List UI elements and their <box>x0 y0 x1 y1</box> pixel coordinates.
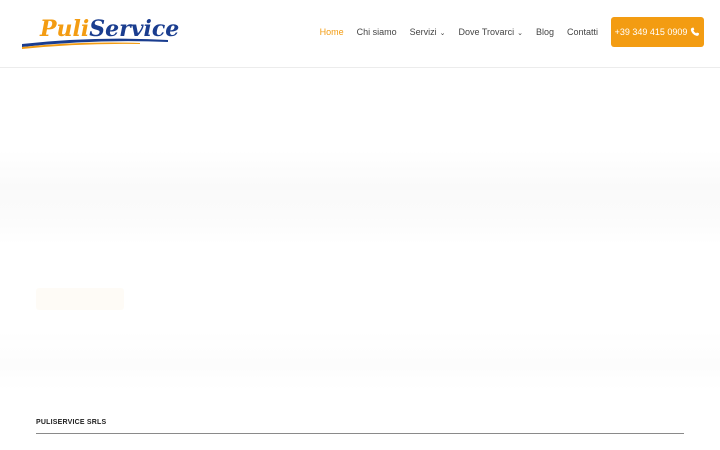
site-header: PuliService Home Chi siamo Servizi ⌄ Dov… <box>0 0 720 68</box>
logo-part1: Puli <box>40 16 90 42</box>
logo-part2: Service <box>89 16 180 42</box>
section-placeholder <box>0 330 720 390</box>
logo-wordmark: PuliService <box>40 14 179 44</box>
nav-item-dove-trovarci[interactable]: Dove Trovarci ⌄ <box>459 27 523 37</box>
nav-item-label: Servizi <box>409 27 437 37</box>
hero-placeholder <box>0 150 720 245</box>
nav-item-servizi[interactable]: Servizi ⌄ <box>410 27 446 37</box>
puliservice-logo[interactable]: PuliService <box>20 14 179 50</box>
phone-icon <box>691 27 700 36</box>
nav-item-label: Contatti <box>566 27 598 37</box>
nav-item-contatti[interactable]: Contatti <box>567 27 598 37</box>
nav-item-home[interactable]: Home <box>320 27 344 37</box>
phone-button-label: +39 349 415 0909 <box>614 27 688 37</box>
nav-item-chi-siamo[interactable]: Chi siamo <box>357 27 397 37</box>
phone-call-button[interactable]: +39 349 415 0909 <box>611 17 704 47</box>
main-nav: Home Chi siamo Servizi ⌄ Dove Trovarci ⌄… <box>320 24 598 40</box>
nav-item-label: Dove Trovarci <box>458 27 515 37</box>
chevron-down-icon: ⌄ <box>517 29 523 37</box>
nav-item-label: Blog <box>535 27 554 37</box>
hero-cta-button[interactable] <box>36 288 124 310</box>
nav-item-blog[interactable]: Blog <box>536 27 554 37</box>
footer-divider <box>36 433 684 434</box>
chevron-down-icon: ⌄ <box>439 29 446 37</box>
nav-item-label: Home <box>319 27 344 37</box>
nav-item-label: Chi siamo <box>356 27 397 37</box>
footer-company-title: PULISERVICE SRLS <box>36 419 107 426</box>
